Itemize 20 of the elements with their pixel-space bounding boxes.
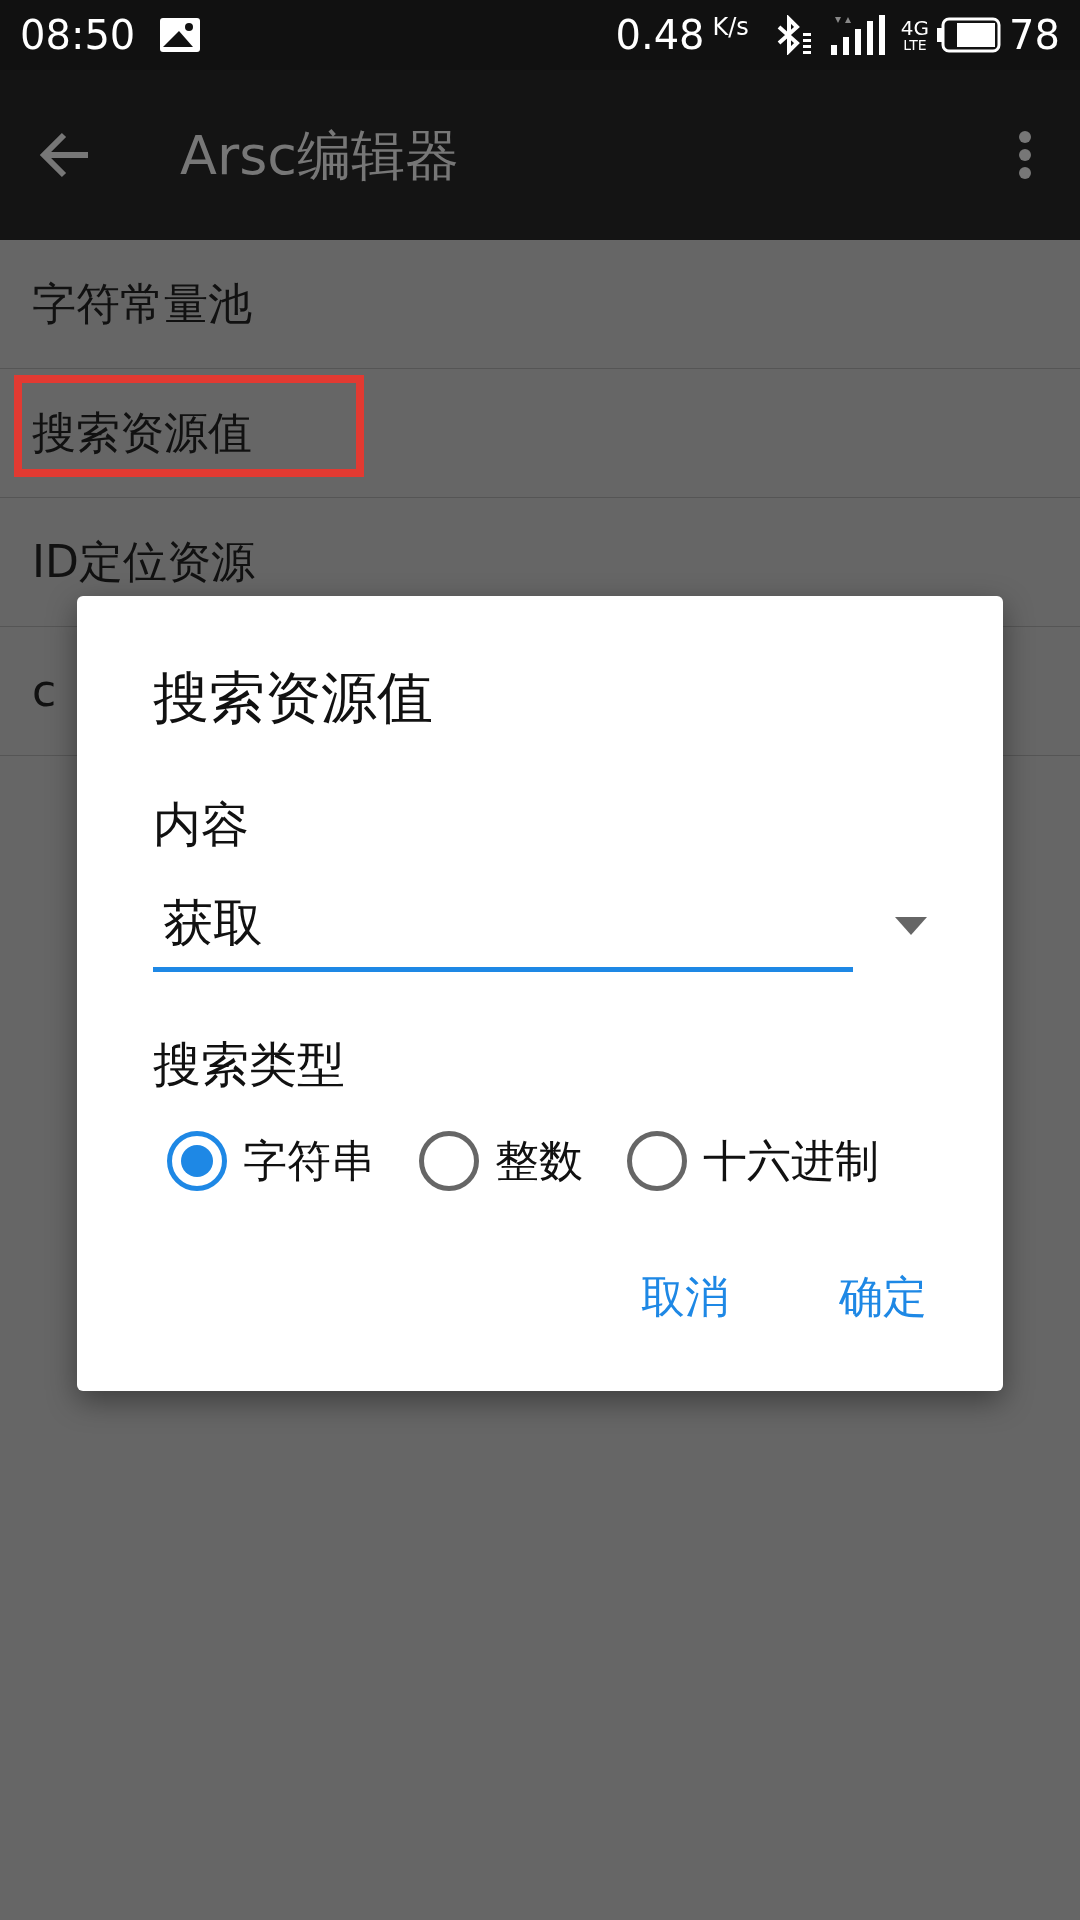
section-label: 搜索类型 [153, 1036, 345, 1092]
radio-label: 十六进制 [703, 1134, 879, 1188]
list-item[interactable]: ID定位资源 [32, 529, 255, 595]
clock: 08:50 [20, 11, 136, 60]
network-speed: 0.48 [615, 11, 705, 60]
app-title: Arsc编辑器 [180, 122, 459, 189]
field-label: 内容 [153, 796, 249, 852]
battery-percentage: 78 [1009, 11, 1060, 60]
radio-label: 字符串 [243, 1134, 375, 1188]
network-subtype: LTE [903, 38, 927, 52]
list-item[interactable]: c [32, 658, 57, 724]
network-type: 4G [900, 18, 930, 38]
radio-label: 整数 [495, 1134, 583, 1188]
content-field[interactable]: 获取 [153, 880, 853, 972]
list-item[interactable]: 搜索资源值 [32, 400, 252, 466]
list-item[interactable]: 字符常量池 [32, 271, 252, 337]
speed-unit: K/s [712, 12, 749, 43]
dialog-button[interactable]: 确定 [819, 1254, 947, 1340]
dialog-title: 搜索资源值 [153, 665, 433, 730]
dialog-button[interactable]: 取消 [621, 1254, 749, 1340]
